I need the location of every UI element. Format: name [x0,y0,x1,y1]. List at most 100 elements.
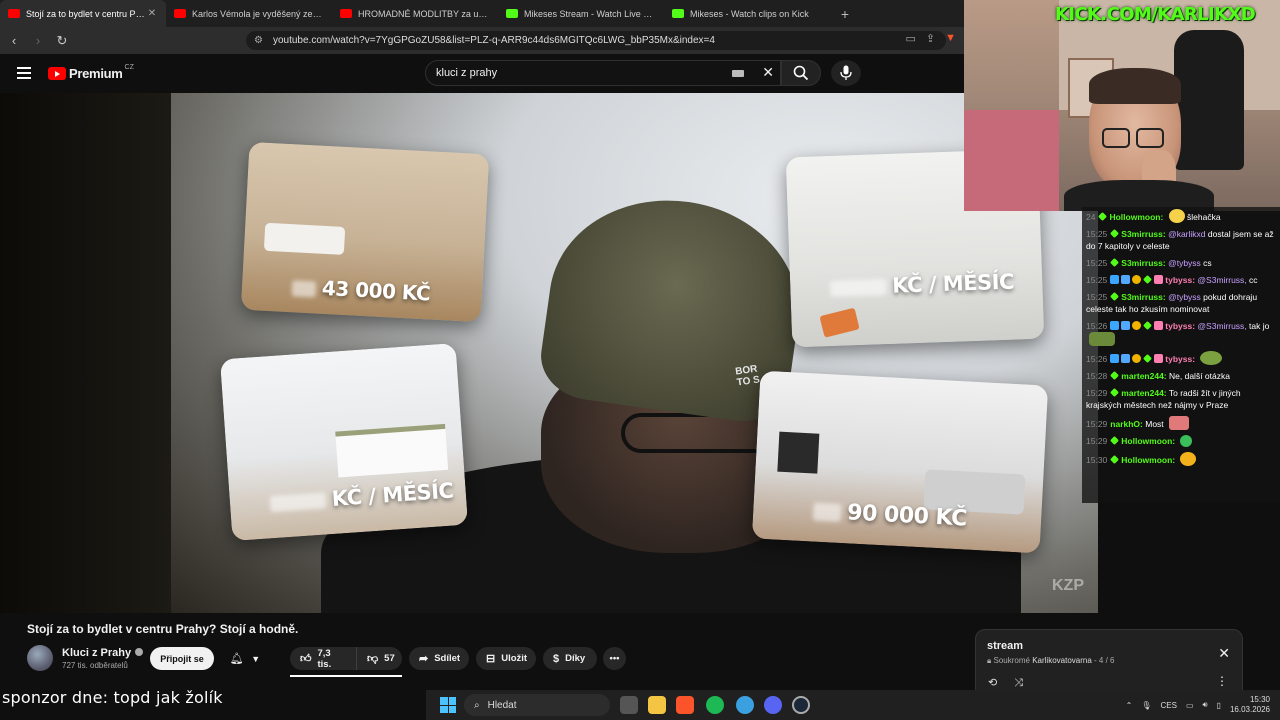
clock-time: 15:30 [1249,695,1270,704]
more-actions-button[interactable]: ••• [603,647,626,670]
menu-icon[interactable] [17,67,31,82]
windows-start-icon[interactable] [440,697,456,713]
new-tab-button[interactable]: + [830,0,860,27]
chat-user: marten244: [1121,371,1167,381]
file-explorer-icon[interactable] [648,696,666,714]
tab-1[interactable]: Karlos Vémola je vyděšený ze svého [166,0,332,27]
chevron-up-icon[interactable]: ⌃ [1126,701,1133,710]
task-view-icon[interactable] [620,696,638,714]
site-info-icon[interactable]: ⚙ [254,35,263,46]
reload-icon[interactable]: ↻ [52,33,72,49]
microphone-icon[interactable]: 🎙︎ [1141,701,1151,710]
steam-icon[interactable] [792,696,810,714]
streamer-webcam [964,0,1280,211]
kick-icon [672,9,684,18]
tab-3[interactable]: Mikeses Stream - Watch Live on Kick [498,0,664,27]
brave-shield-icon[interactable]: ▼ [945,32,956,45]
price-text: KČ / MĚSÍC [891,269,1015,298]
channel-avatar[interactable] [27,645,53,671]
chat-text: tak jo [1249,321,1270,331]
microphone-icon [840,65,852,80]
cast-icon[interactable]: ▭ [905,32,915,45]
system-tray: ⌃ 🎙︎ CES ▭ 🔊︎ ▯ 15:30 16.03.2026 [1126,695,1270,715]
clear-search-icon[interactable]: ✕ [762,64,774,81]
search-query: kluci z prahy [436,67,498,79]
input-language[interactable]: CES [1160,701,1176,710]
chat-user: Hollowmoon: [1109,212,1164,222]
playlist-position: 4 / 6 [1098,656,1115,665]
youtube-logo[interactable]: Premium CZ [48,64,134,81]
clock[interactable]: 15:30 16.03.2026 [1230,695,1270,715]
tab-2[interactable]: HROMADNÉ MODLITBY za uzdraven [332,0,498,27]
loop-icon[interactable]: ⟲ [988,677,997,689]
dislike-button[interactable]: 👎︎ 57 [356,647,402,670]
tab-4[interactable]: Mikeses - Watch clips on Kick [664,0,830,27]
tab-label: Mikeses Stream - Watch Live on Kick [524,8,656,19]
chat-timestamp: 15:29 [1086,419,1108,429]
thanks-button[interactable]: $ Díky [543,647,597,670]
chat-timestamp: 24 [1086,212,1096,222]
chat-user: tybyss: [1165,321,1196,331]
close-playlist-icon[interactable]: ✕ [1218,645,1230,662]
diamond-badge-icon [1110,292,1120,301]
apartment-card-4: 90 000 KČ [751,370,1049,554]
share-arrow-icon: ➦ [419,653,429,665]
diamond-badge-icon [1098,212,1108,221]
thumbs-down-icon: 👎︎ [367,653,379,665]
chat-text: cs [1203,258,1212,268]
diamond-badge-icon [1110,455,1120,464]
diamond-badge-icon [1143,321,1153,330]
video-player[interactable]: BOR TO S 43 000 KČ KČ / MĚSÍC KČ / MĚSÍC [0,93,1098,613]
save-button[interactable]: ⊟ Uložit [476,647,536,670]
channel-name-link[interactable]: Kluci z Prahy [62,647,144,659]
close-tab-icon[interactable]: ✕ [146,8,158,19]
chat-timestamp: 15:26 [1086,321,1108,331]
like-button[interactable]: 👍︎ 7,3 tis. [290,647,356,670]
keyboard-icon[interactable] [732,70,744,77]
taskbar-search[interactable]: ⌕ Hledat [464,694,610,716]
chat-mention: @tybyss [1168,258,1201,268]
clock-date: 16.03.2026 [1229,705,1270,714]
address-bar[interactable]: ⚙ youtube.com/watch?v=7YgGPGoZU58&list=P… [246,31,946,50]
notifications-button[interactable]: 🔔︎ ▼ [220,647,270,670]
search-button[interactable] [781,60,821,86]
diamond-badge-icon [1110,258,1120,267]
subscriber-badge-icon [1121,321,1131,330]
volume-icon[interactable]: 🔊︎ [1203,700,1208,710]
diamond-badge-icon [1110,229,1120,238]
brand-label: Premium [69,66,123,81]
ccleaner-icon[interactable] [736,696,754,714]
chat-user: S3mirruss: [1121,258,1166,268]
bell-icon: 🔔︎ [229,653,244,665]
chat-user: tybyss: [1165,354,1196,364]
share-icon[interactable]: ⇪ [926,32,935,45]
playlist-owner[interactable]: Karlikovatovarna [1032,656,1092,665]
shuffle-icon[interactable]: ⤨ [1014,677,1023,689]
search-input[interactable]: kluci z prahy ✕ [425,60,781,86]
chat-message: 15:29 marten244: To radši žít v jiných kr… [1086,387,1276,411]
battery-icon[interactable]: ▯ [1217,701,1221,710]
discord-icon[interactable] [764,696,782,714]
spotify-icon[interactable] [706,696,724,714]
join-button[interactable]: Připojit se [150,647,214,670]
like-count: 7,3 tis. [317,647,332,670]
chat-message: 15:25 tybyss: @S3mirruss, cc [1086,274,1276,286]
video-owner: Kluci z Prahy 727 tis. odběratelů [27,645,144,671]
chat-user: marten244: [1121,388,1167,398]
video-title: Stojí za to bydlet v centru Prahy? Stojí… [27,622,299,636]
more-vertical-icon[interactable]: ⋮ [1216,674,1228,688]
chat-text: cc [1249,275,1258,285]
playlist-title[interactable]: stream [987,640,1231,652]
back-icon[interactable]: ‹ [4,33,24,48]
save-to-playlist-icon: ⊟ [486,653,496,665]
tab-0[interactable]: Stojí za to bydlet v centru Prahy ✕ [0,0,166,27]
voice-search-button[interactable] [831,60,861,86]
youtube-icon [174,9,186,18]
monitor-icon[interactable]: ▭ [1186,701,1194,710]
share-button[interactable]: ➦ Sdílet [409,647,469,670]
forward-icon[interactable]: › [28,33,48,48]
brave-browser-icon[interactable] [676,696,694,714]
save-label: Uložit [501,653,528,664]
emote-icon [1180,435,1193,447]
chat-message: 15:25 S3mirruss: @karlikxd dostal jsem se… [1086,228,1276,252]
